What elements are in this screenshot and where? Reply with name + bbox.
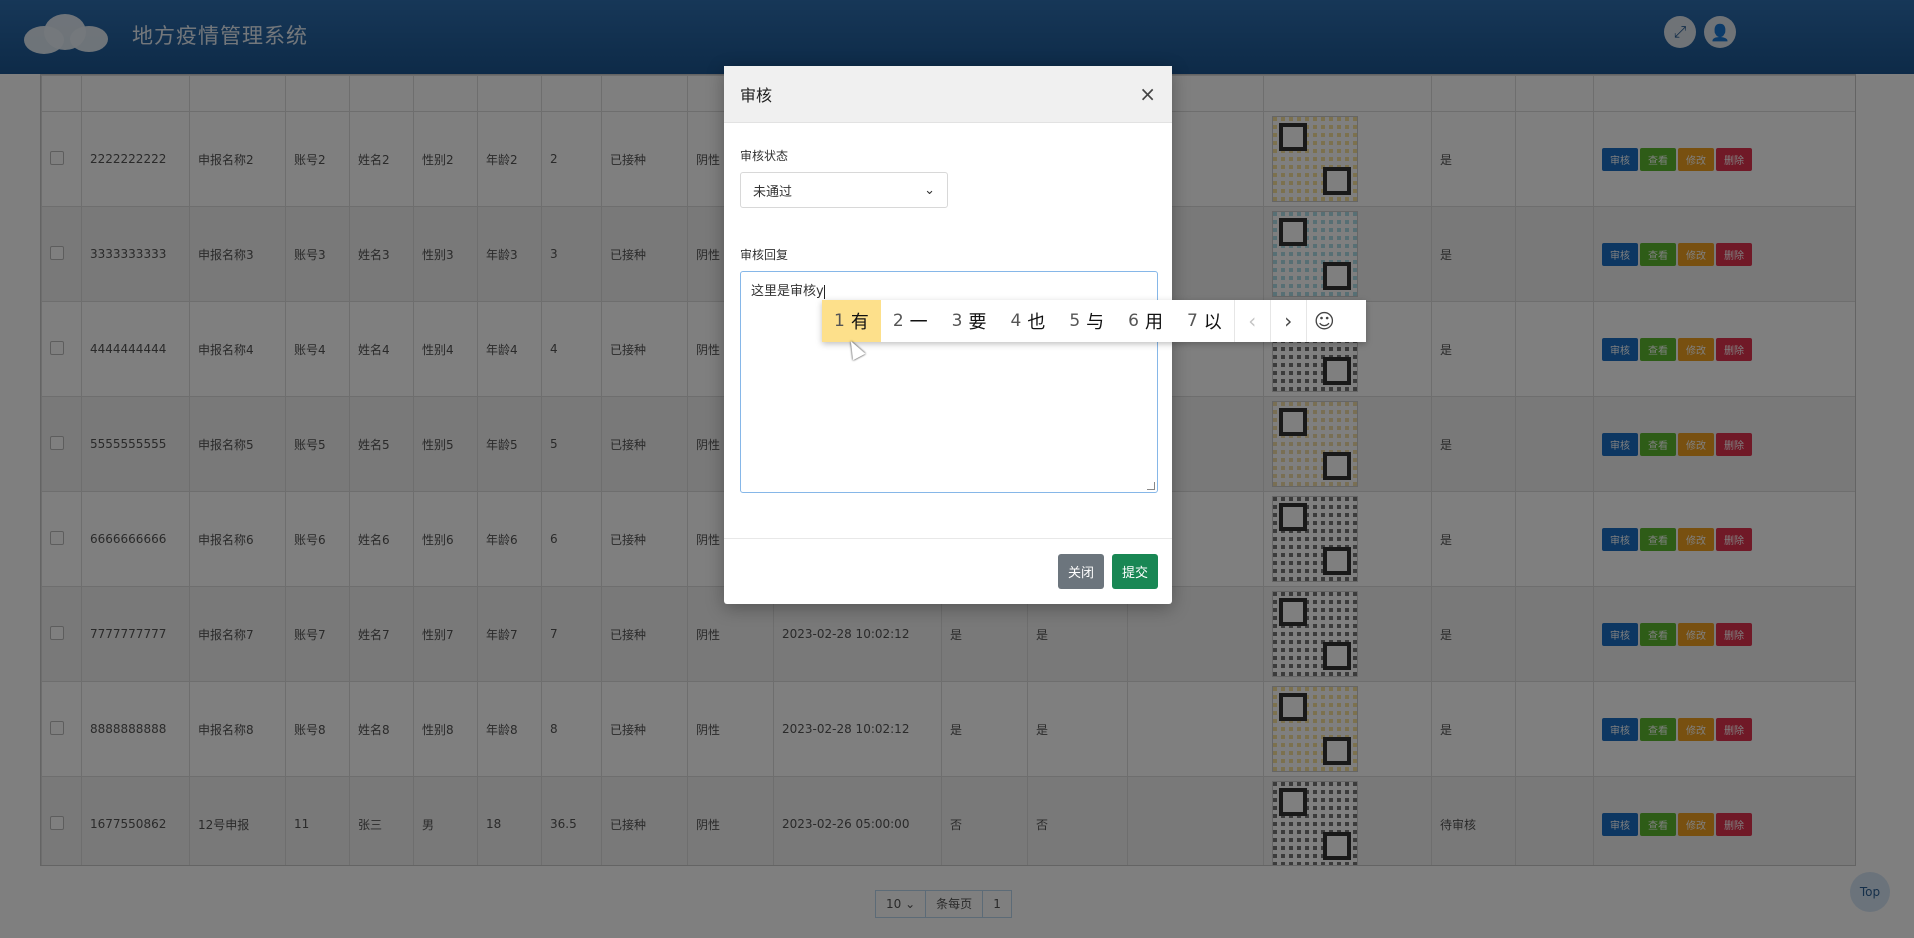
ime-candidate-number: 7 bbox=[1186, 311, 1198, 331]
ime-candidate-char: 有 bbox=[850, 312, 869, 333]
status-label: 审核状态 bbox=[740, 149, 789, 163]
ime-candidate-char: 与 bbox=[1086, 312, 1105, 333]
resize-handle-icon[interactable] bbox=[1147, 482, 1155, 490]
modal-title: 审核 bbox=[740, 86, 773, 105]
reply-label: 审核回复 bbox=[740, 248, 789, 262]
ime-next-icon[interactable]: › bbox=[1269, 300, 1306, 342]
ime-candidate[interactable]: 6用 bbox=[1116, 300, 1175, 342]
ime-candidate-number: 2 bbox=[892, 311, 904, 331]
text-caret bbox=[823, 284, 825, 299]
ime-prev-icon[interactable]: ‹ bbox=[1233, 300, 1270, 342]
close-icon[interactable]: × bbox=[1139, 82, 1156, 106]
chevron-down-icon: ⌄ bbox=[924, 182, 935, 198]
ime-candidate[interactable]: 5与 bbox=[1057, 300, 1116, 342]
submit-button[interactable]: 提交 bbox=[1111, 554, 1158, 589]
ime-candidate-number: 6 bbox=[1128, 311, 1139, 331]
ime-candidate-number: 4 bbox=[1010, 311, 1022, 331]
ime-candidate[interactable]: 7以 bbox=[1175, 300, 1234, 342]
ime-candidate-char: 也 bbox=[1027, 312, 1046, 333]
ime-candidate[interactable]: 1有 bbox=[822, 300, 881, 342]
reply-text: 这里是审核y bbox=[751, 284, 824, 299]
ime-candidate[interactable]: 4也 bbox=[998, 300, 1057, 342]
ime-candidate-number: 1 bbox=[834, 311, 845, 331]
status-select[interactable]: 未通过 ⌄ bbox=[740, 172, 948, 208]
ime-candidate-char: 一 bbox=[909, 312, 928, 333]
ime-candidate[interactable]: 2一 bbox=[881, 300, 940, 342]
ime-candidate-number: 3 bbox=[951, 311, 963, 331]
ime-candidate[interactable]: 3要 bbox=[940, 300, 999, 342]
ime-candidate-char: 要 bbox=[968, 312, 987, 333]
emoji-icon[interactable]: ☺ bbox=[1305, 300, 1342, 342]
ime-candidate-bar: 1有2一3要4也5与6用7以 ‹ › ☺ bbox=[822, 300, 1366, 342]
ime-candidate-char: 用 bbox=[1144, 312, 1163, 333]
ime-candidate-number: 5 bbox=[1069, 311, 1081, 331]
ime-candidate-char: 以 bbox=[1203, 312, 1222, 333]
modal-footer: 关闭 提交 bbox=[724, 538, 1172, 604]
modal-header: 审核 × bbox=[724, 66, 1172, 123]
close-button[interactable]: 关闭 bbox=[1057, 554, 1104, 589]
status-value: 未通过 bbox=[753, 184, 793, 200]
